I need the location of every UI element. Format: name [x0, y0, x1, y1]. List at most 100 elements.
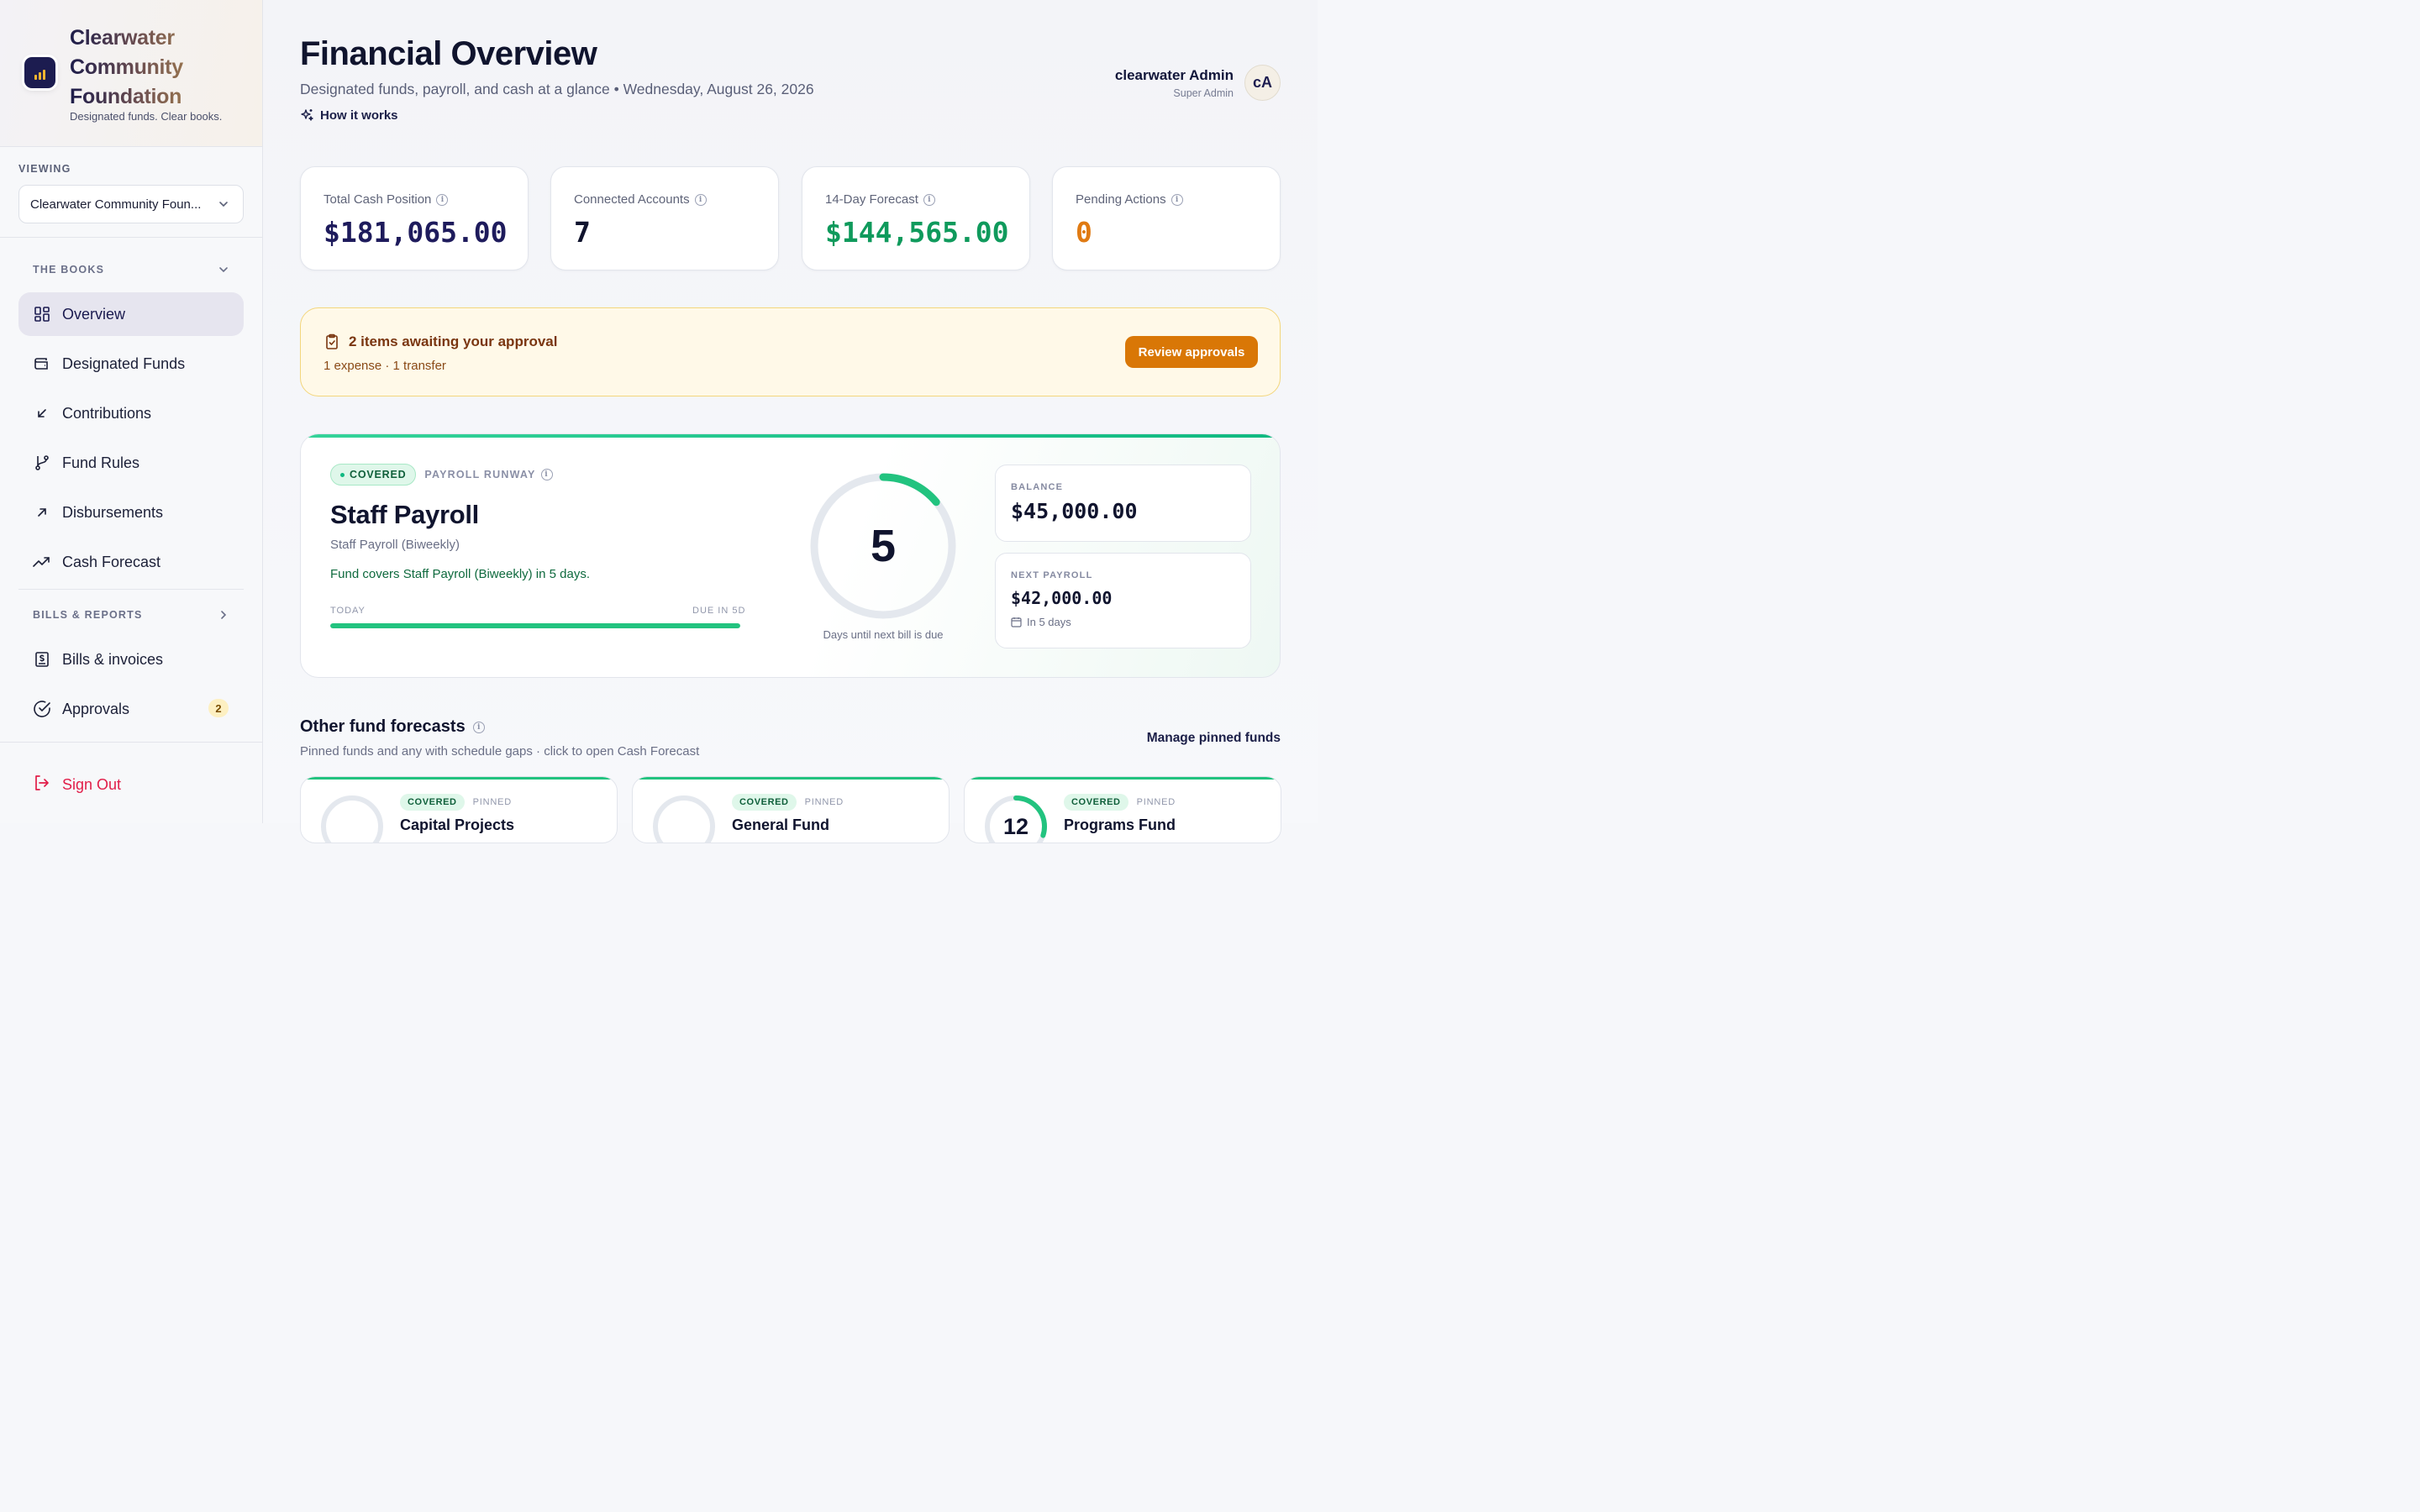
- section-toggle-bills-reports[interactable]: BILLS & REPORTS: [18, 598, 244, 632]
- fund-card-capital-projects[interactable]: COVERED PINNED Capital Projects: [300, 776, 618, 843]
- fund-name: Capital Projects: [400, 816, 515, 833]
- sidebar-item-approvals[interactable]: Approvals 2: [18, 687, 244, 731]
- info-icon[interactable]: i: [436, 193, 449, 206]
- next-payroll-card: NEXT PAYROLL $42,000.00 In 5 days: [995, 553, 1251, 648]
- status-badge: COVERED: [330, 464, 417, 486]
- stat-value: 0: [1076, 216, 1092, 249]
- how-it-works-label: How it works: [320, 108, 398, 123]
- stat-label: Total Cash Position i: [324, 192, 449, 207]
- info-icon[interactable]: i: [923, 193, 935, 206]
- payroll-header: COVERED PAYROLL RUNWAY i: [330, 464, 553, 486]
- sidebar-item-label: Contributions: [62, 404, 152, 422]
- git-branch-icon: [33, 454, 51, 472]
- log-out-icon: [33, 774, 51, 796]
- section-toggle-the-books[interactable]: THE BOOKS: [18, 253, 244, 286]
- fund-tags: COVERED PINNED: [400, 794, 512, 811]
- page-subtitle: Designated funds, payroll, and cash at a…: [300, 81, 814, 97]
- pinned-label: PINNED: [1136, 797, 1176, 807]
- fund-days-ring: [321, 795, 383, 843]
- user-menu[interactable]: clearwater Admin Super Admin cA: [1115, 65, 1281, 101]
- fund-card-programs-fund[interactable]: 12 COVERED PINNED Programs Fund: [964, 776, 1281, 843]
- next-payroll-when: In 5 days: [1011, 616, 1071, 628]
- balance-label: BALANCE: [1011, 482, 1064, 492]
- sign-out-button[interactable]: Sign Out: [33, 774, 121, 796]
- days-count: 5: [870, 521, 897, 571]
- arrow-up-right-icon: [33, 503, 51, 522]
- card-accent-bar: [633, 777, 949, 780]
- card-accent-bar: [301, 434, 1280, 438]
- fund-tags: COVERED PINNED: [732, 794, 844, 811]
- pinned-label: PINNED: [804, 797, 844, 807]
- viewing-section: VIEWING Clearwater Community Foun...: [0, 147, 262, 238]
- logo-icon[interactable]: [24, 57, 55, 88]
- status-badge: COVERED: [732, 794, 797, 811]
- trending-up-icon: [33, 553, 51, 571]
- check-circle-icon: [33, 700, 51, 718]
- avatar[interactable]: cA: [1244, 65, 1281, 101]
- stat-value: $144,565.00: [825, 216, 1009, 249]
- sidebar-item-label: Disbursements: [62, 503, 164, 521]
- viewing-label: VIEWING: [18, 163, 71, 175]
- info-icon[interactable]: i: [540, 469, 553, 480]
- section-label: PAYROLL RUNWAY i: [424, 469, 553, 480]
- balance-card: BALANCE $45,000.00: [995, 465, 1251, 542]
- brand-header: Clearwater Community Foundation Designat…: [0, 0, 262, 147]
- sidebar-item-fund-rules[interactable]: Fund Rules: [18, 441, 244, 485]
- sidebar-item-label: Designated Funds: [62, 354, 186, 372]
- info-icon[interactable]: i: [472, 721, 485, 733]
- approval-title: 2 items awaiting your approval: [324, 333, 557, 350]
- runway-progress-fill: [330, 623, 740, 628]
- info-icon[interactable]: i: [694, 193, 707, 206]
- section-label: BILLS & REPORTS: [33, 609, 143, 621]
- info-icon[interactable]: i: [1171, 193, 1183, 206]
- arrow-down-left-icon: [33, 404, 51, 423]
- approvals-count-badge: 2: [208, 699, 229, 717]
- sidebar-item-label: Bills & invoices: [62, 650, 164, 668]
- manage-pinned-funds-link[interactable]: Manage pinned funds: [1147, 731, 1281, 746]
- stat-label: 14-Day Forecast i: [825, 192, 935, 207]
- sidebar-item-bills-invoices[interactable]: Bills & invoices: [18, 638, 244, 681]
- organization-select[interactable]: Clearwater Community Foun...: [18, 185, 244, 223]
- payroll-subtitle: Staff Payroll (Biweekly): [330, 538, 460, 552]
- other-forecasts-subtitle: Pinned funds and any with schedule gaps …: [300, 744, 700, 759]
- user-role: Super Admin: [1173, 87, 1234, 99]
- grid-icon: [33, 305, 51, 323]
- organization-select-value: Clearwater Community Foun...: [30, 197, 202, 212]
- how-it-works-link[interactable]: How it works: [300, 108, 398, 123]
- balance-value: $45,000.00: [1011, 499, 1138, 523]
- days-caption: Days until next bill is due: [823, 628, 944, 641]
- stat-label: Connected Accounts i: [574, 192, 707, 207]
- fund-card-general-fund[interactable]: COVERED PINNED General Fund: [632, 776, 950, 843]
- sidebar-item-label: Overview: [62, 305, 126, 323]
- page-title: Financial Overview: [300, 35, 597, 72]
- sidebar-item-cash-forecast[interactable]: Cash Forecast: [18, 540, 244, 584]
- sidebar: Clearwater Community Foundation Designat…: [0, 0, 263, 823]
- sparkles-icon: [301, 109, 313, 121]
- sign-out-label: Sign Out: [62, 776, 122, 793]
- section-label: THE BOOKS: [33, 264, 105, 276]
- stat-value: $181,065.00: [324, 216, 508, 249]
- main-nav: THE BOOKS Overview Designated Funds Cont…: [0, 253, 262, 731]
- sidebar-item-overview[interactable]: Overview: [18, 292, 244, 336]
- days-ring: 5: [808, 471, 958, 621]
- nav-divider: [18, 589, 244, 590]
- status-badge: COVERED: [1064, 794, 1128, 811]
- card-accent-bar: [965, 777, 1281, 780]
- stat-card-connected-accounts: Connected Accounts i 7: [550, 166, 779, 270]
- status-badge: COVERED: [400, 794, 465, 811]
- sidebar-item-contributions[interactable]: Contributions: [18, 391, 244, 435]
- fund-name: General Fund: [732, 816, 830, 833]
- calendar-clock-icon: [1011, 617, 1022, 627]
- sidebar-item-disbursements[interactable]: Disbursements: [18, 491, 244, 534]
- user-info: clearwater Admin Super Admin: [1115, 67, 1234, 99]
- sidebar-item-designated-funds[interactable]: Designated Funds: [18, 342, 244, 386]
- review-approvals-button[interactable]: Review approvals: [1125, 336, 1258, 368]
- chevron-down-icon: [219, 202, 228, 207]
- timeline-end-label: DUE IN 5D: [692, 606, 746, 616]
- approval-subtitle: 1 expense · 1 transfer: [324, 359, 446, 373]
- next-payroll-value: $42,000.00: [1011, 588, 1113, 608]
- runway-progress-bar: [330, 623, 740, 628]
- sidebar-item-label: Approvals: [62, 700, 130, 717]
- payroll-runway-card[interactable]: COVERED PAYROLL RUNWAY i Staff Payroll St…: [300, 433, 1281, 678]
- stat-card-total-cash: Total Cash Position i $181,065.00: [300, 166, 529, 270]
